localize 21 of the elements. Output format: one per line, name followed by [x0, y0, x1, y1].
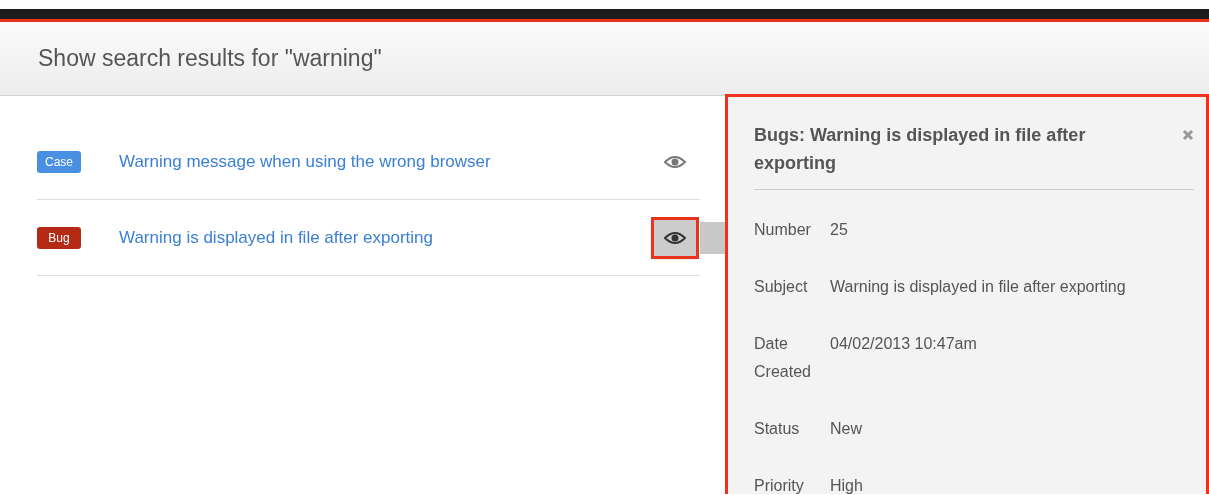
field-value: High — [830, 476, 863, 495]
page-title: Show search results for "warning" — [38, 45, 382, 72]
field-value: New — [830, 419, 862, 439]
field-value: 04/02/2013 10:47am — [830, 334, 977, 354]
result-link[interactable]: Warning is displayed in file after exporting — [119, 227, 654, 248]
field-label: Subject — [754, 277, 809, 297]
close-icon — [1182, 129, 1194, 141]
field-label: Priority — [754, 476, 805, 495]
field-label: Date Created — [754, 334, 812, 382]
record-type-badge: Bug — [37, 226, 81, 249]
field-value: 25 — [830, 220, 848, 240]
result-link[interactable]: Warning message when using the wrong browser — [119, 151, 654, 172]
eye-icon — [664, 154, 686, 169]
field-label: Number — [754, 220, 812, 240]
preview-button[interactable] — [654, 219, 696, 256]
preview-title: Bugs: Warning is displayed in file after exporting — [754, 124, 1087, 175]
field-value: Warning is displayed in file after exporting — [830, 277, 1126, 297]
preview-connector — [700, 221, 725, 254]
field-label: Status — [754, 419, 801, 439]
record-type-badge: Case — [37, 150, 81, 173]
eye-icon — [664, 230, 686, 245]
